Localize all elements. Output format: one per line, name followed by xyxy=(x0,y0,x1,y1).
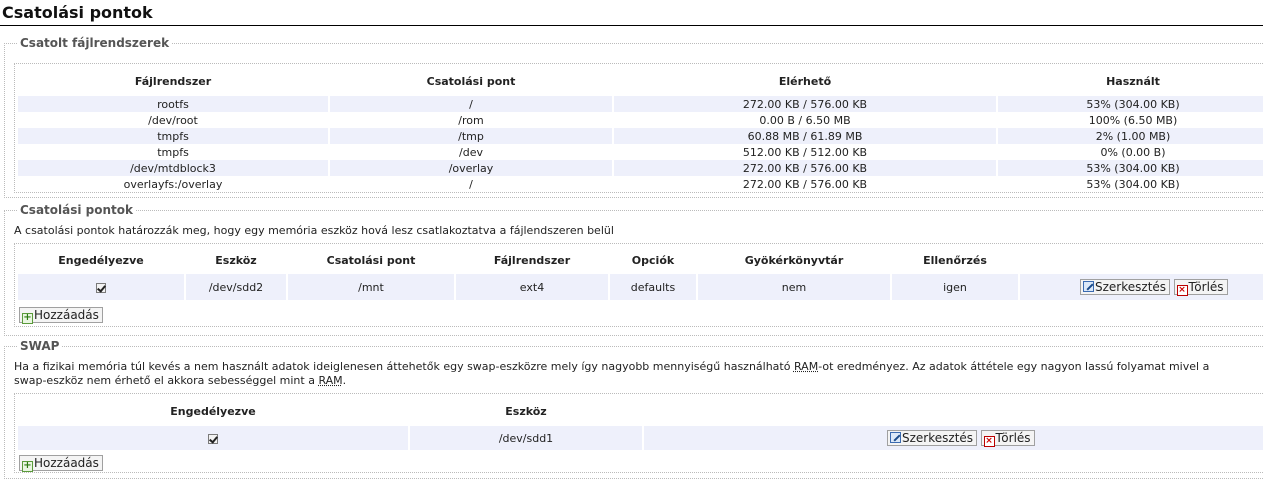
delete-icon: × xyxy=(1176,285,1188,296)
edit-label: Szerkesztés xyxy=(902,431,974,445)
ram-abbr: RAM xyxy=(318,374,343,387)
table-row: /dev/mtdblock3 /overlay 272.00 KB / 576.… xyxy=(18,160,1263,176)
mount-points-table: Engedélyezve Eszköz Csatolási pont Fájlr… xyxy=(16,246,1263,300)
cell-available: 272.00 KB / 576.00 KB xyxy=(742,177,868,191)
delete-label: Törlés xyxy=(995,431,1031,445)
edit-icon xyxy=(1083,281,1094,292)
cell-mountpoint: / xyxy=(469,177,473,191)
col-header-used: Használt xyxy=(1106,74,1160,88)
swap-legend: SWAP xyxy=(20,339,60,353)
add-icon: + xyxy=(22,460,33,472)
cell-used: 53% (304.00 KB) xyxy=(1086,177,1180,191)
table-row: tmpfs /dev 512.00 KB / 512.00 KB 0% (0.0… xyxy=(18,144,1263,160)
cell-available: 0.00 B / 6.50 MB xyxy=(759,113,851,127)
table-row: /dev/sdd1 Szerkesztés × Törlés xyxy=(18,426,1263,450)
cell-available: 272.00 KB / 576.00 KB xyxy=(614,160,996,176)
cell-used: 0% (0.00 B) xyxy=(1100,145,1166,159)
mounted-filesystems-legend: Csatolt fájlrendszerek xyxy=(20,36,170,50)
add-mountpoint-button[interactable]: + Hozzáadás xyxy=(19,307,103,324)
table-row: /dev/sdd2 /mnt ext4 defaults nem igen Sz… xyxy=(18,274,1263,300)
cell-available: 60.88 MB / 61.89 MB xyxy=(614,128,996,144)
cell-used: 53% (304.00 KB) xyxy=(998,96,1263,112)
delete-label: Törlés xyxy=(1188,280,1224,294)
col-header-filesystem: Fájlrendszer xyxy=(134,74,212,88)
cell-filesystem: overlayfs:/overlay xyxy=(123,177,223,191)
enabled-checkbox[interactable] xyxy=(96,282,106,293)
add-icon: + xyxy=(22,312,33,324)
col-header-device: Eszköz xyxy=(215,253,257,267)
cell-mountpoint: /mnt xyxy=(288,274,454,300)
cell-filesystem: /dev/mtdblock3 xyxy=(18,160,328,176)
cell-filesystem: rootfs xyxy=(18,96,328,112)
col-header-available: Elérhető xyxy=(778,74,832,88)
swap-description-text-3: swap-eszköz nem érhető el akkora sebessé… xyxy=(14,374,319,387)
mount-points-legend: Csatolási pontok xyxy=(20,203,134,217)
edit-label: Szerkesztés xyxy=(1095,280,1167,294)
table-row: tmpfs /tmp 60.88 MB / 61.89 MB 2% (1.00 … xyxy=(18,128,1263,144)
table-row: /dev/root /rom 0.00 B / 6.50 MB 100% (6.… xyxy=(18,112,1263,128)
col-header-enabled: Engedélyezve xyxy=(58,253,144,267)
swap-table: Engedélyezve Eszköz /dev/sdd1 Szerkeszté… xyxy=(16,396,1263,450)
cell-check: igen xyxy=(892,274,1018,300)
add-swap-button[interactable]: + Hozzáadás xyxy=(19,455,103,472)
edit-button[interactable]: Szerkesztés xyxy=(1080,279,1171,295)
cell-options: defaults xyxy=(610,274,696,300)
edit-button[interactable]: Szerkesztés xyxy=(887,430,978,446)
cell-used: 53% (304.00 KB) xyxy=(998,160,1263,176)
cell-actions: Szerkesztés × Törlés xyxy=(1020,274,1263,300)
delete-icon: × xyxy=(983,436,995,447)
mounted-filesystems-table: Fájlrendszer Csatolási pont Elérhető Has… xyxy=(16,66,1263,192)
mount-points-description: A csatolási pontok határozzák meg, hogy … xyxy=(14,224,614,237)
cell-mountpoint: /tmp xyxy=(330,128,612,144)
col-header-check: Ellenőrzés xyxy=(923,253,987,267)
cell-mountpoint: /dev xyxy=(459,145,483,159)
col-header-rootfs: Gyökérkönyvtár xyxy=(744,253,844,267)
swap-description: Ha a fizikai memória túl kevés a nem has… xyxy=(14,360,1263,388)
add-label: Hozzáadás xyxy=(34,308,99,322)
swap-description-text-4: . xyxy=(342,374,347,387)
cell-actions: Szerkesztés × Törlés xyxy=(644,426,1263,450)
ram-abbr: RAM xyxy=(793,360,819,373)
swap-description-text-1: Ha a fizikai memória túl kevés a nem has… xyxy=(14,360,794,373)
cell-mountpoint: / xyxy=(330,96,612,112)
cell-filesystem: tmpfs xyxy=(18,128,328,144)
cell-filesystem: ext4 xyxy=(456,274,608,300)
cell-enabled xyxy=(18,426,408,450)
table-row: rootfs / 272.00 KB / 576.00 KB 53% (304.… xyxy=(18,96,1263,112)
cell-device: /dev/sdd2 xyxy=(186,274,286,300)
swap-description-text-2: -ot eredményez. Az adatok áttétele egy n… xyxy=(818,360,1210,373)
cell-filesystem: /dev/root xyxy=(148,113,198,127)
cell-enabled xyxy=(18,274,184,300)
delete-button[interactable]: × Törlés xyxy=(1173,279,1228,296)
cell-device: /dev/sdd1 xyxy=(410,426,642,450)
cell-rootfs: nem xyxy=(698,274,890,300)
col-header-options: Opciók xyxy=(631,253,675,267)
cell-used: 100% (6.50 MB) xyxy=(1088,113,1178,127)
enabled-checkbox[interactable] xyxy=(208,433,218,444)
col-header-mountpoint: Csatolási pont xyxy=(426,74,516,88)
table-row: overlayfs:/overlay / 272.00 KB / 576.00 … xyxy=(18,176,1263,192)
cell-filesystem: tmpfs xyxy=(157,145,189,159)
col-header-enabled: Engedélyezve xyxy=(170,404,256,418)
title-divider xyxy=(0,25,1263,26)
page-title: Csatolási pontok xyxy=(2,3,153,22)
cell-available: 272.00 KB / 576.00 KB xyxy=(614,96,996,112)
delete-button[interactable]: × Törlés xyxy=(980,430,1035,447)
add-label: Hozzáadás xyxy=(34,456,99,470)
cell-mountpoint: /rom xyxy=(458,113,484,127)
col-header-mountpoint: Csatolási pont xyxy=(326,253,416,267)
col-header-device: Eszköz xyxy=(505,404,547,418)
cell-used: 2% (1.00 MB) xyxy=(998,128,1263,144)
col-header-filesystem: Fájlrendszer xyxy=(493,253,571,267)
edit-icon xyxy=(890,432,901,443)
cell-available: 512.00 KB / 512.00 KB xyxy=(742,145,868,159)
cell-mountpoint: /overlay xyxy=(330,160,612,176)
